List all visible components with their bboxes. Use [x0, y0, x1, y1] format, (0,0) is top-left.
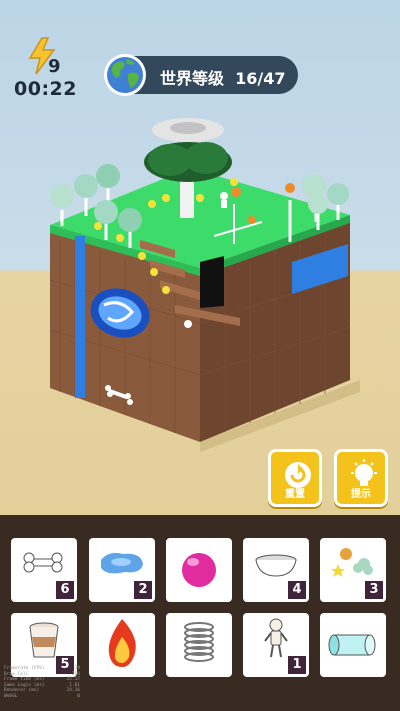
- inventory-slot-fire[interactable]: [89, 613, 155, 677]
- inventory-slot-tube[interactable]: [320, 613, 386, 677]
- level-timer: 00:22: [14, 78, 77, 100]
- debug-row: WebGL 0: [4, 693, 80, 699]
- world-level-progress: 16/47: [235, 69, 286, 88]
- reset-button[interactable]: 重置: [268, 449, 322, 507]
- item-count-badge: 6: [55, 580, 75, 600]
- energy-count: 9: [48, 56, 61, 77]
- game-scene: 9 00:22 世界等级 16/47 重置 提示: [0, 0, 400, 515]
- inventory-slot-bone[interactable]: 6: [11, 538, 77, 602]
- world-level-label: 世界等级: [160, 69, 225, 88]
- earth-globe-icon: [104, 54, 146, 96]
- inventory-slot-water[interactable]: 2: [89, 538, 155, 602]
- spring-icon: [184, 622, 214, 662]
- item-count-badge: 3: [364, 580, 384, 600]
- inventory-slot-bowl[interactable]: 4: [243, 538, 309, 602]
- inventory-slot-spring[interactable]: [166, 613, 232, 677]
- voxel-world-cube[interactable]: [0, 110, 400, 460]
- debug-stats-overlay: Framerate (FPS) 39 Draw Call 250 Frame tim…: [4, 666, 80, 700]
- pink-ball-icon: [182, 553, 216, 587]
- hint-label: 提示: [351, 489, 371, 500]
- inventory-slot-pink-ball[interactable]: [166, 538, 232, 602]
- reset-label: 重置: [285, 489, 305, 500]
- hint-button[interactable]: 提示: [334, 449, 388, 507]
- fire-icon: [108, 619, 136, 667]
- item-count-badge: 1: [287, 655, 307, 675]
- world-level-text: 世界等级 16/47: [160, 65, 286, 89]
- item-count-badge: 4: [287, 580, 307, 600]
- item-count-badge: 2: [133, 580, 153, 600]
- inventory-slot-figure[interactable]: 1: [243, 613, 309, 677]
- inventory-slot-seeds[interactable]: 3: [320, 538, 386, 602]
- glass-tube-icon: [328, 634, 376, 656]
